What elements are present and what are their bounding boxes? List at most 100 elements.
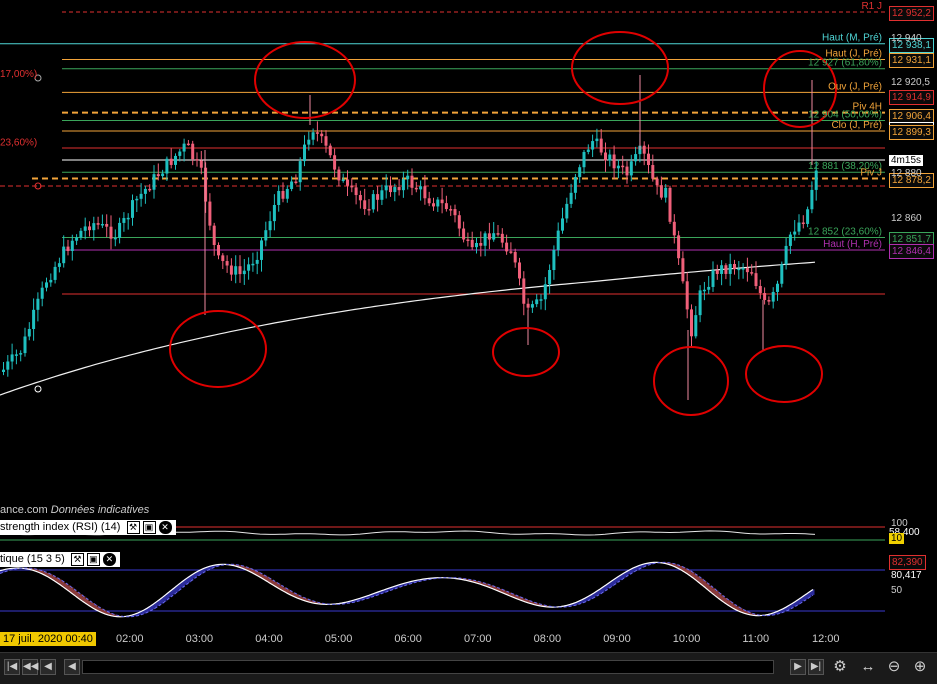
candle-body [380,190,384,200]
stochastic-panel[interactable] [0,549,885,625]
candle-body [350,185,354,188]
candle-body [694,315,698,337]
candle-body [612,154,616,169]
wrench-icon[interactable]: ⚒ [126,520,140,534]
candle-body [126,217,130,220]
candle-body [604,152,607,161]
scroll-end-button[interactable]: ▶| [808,659,824,675]
candle-body [810,189,814,210]
candle-body [234,266,238,275]
candle-body [40,287,44,299]
candle-body [109,226,113,239]
price-chart[interactable]: R1 JHaut (M, Pré)Haut (J, Pré)12 927 (61… [0,0,885,520]
candle-body [191,143,195,160]
candle-body [681,258,685,282]
candle-body [423,186,427,199]
candle-body [2,369,5,372]
candle-body [131,200,134,218]
candle-body [647,153,650,166]
candle-body [212,225,216,245]
candle-body [518,262,521,279]
scroll-right-button[interactable]: ▶ [790,659,806,675]
candle-body [19,353,23,355]
candle-body [174,155,177,165]
candle-body [264,230,268,241]
price-label: 12 899,3 [889,125,934,141]
level-label: 12 904 (50,00%) [808,109,882,120]
candle-body [122,218,126,223]
zoom-in-icon[interactable]: ⊕ [910,657,930,677]
candle-body [440,199,444,204]
candle-body [118,222,122,238]
candle-body [642,145,646,154]
stochastic-d-line [0,561,814,618]
candle-body [161,173,165,177]
candle-body [49,279,53,283]
candle-body [311,132,315,140]
candle-body [285,188,289,199]
close-icon[interactable]: ✕ [102,552,116,566]
time-tick: 06:00 [394,633,422,645]
compress-icon[interactable]: ↔ [858,657,878,677]
candle-body [23,336,27,354]
stochastic-fill [0,562,815,617]
candle-body [277,190,281,205]
candle-body [548,270,552,285]
candle-body [70,240,74,251]
candle-body [217,244,220,256]
candle-body [135,198,139,201]
chart-settings-icon[interactable]: ⚙ [830,657,850,677]
candle-body [685,281,689,310]
candle-body [255,259,259,264]
candle-body [780,264,784,284]
scroll-start-button[interactable]: |◀ [4,659,20,675]
scroll-back-button[interactable]: ◀◀ [22,659,38,675]
candle-body [556,230,560,250]
candle-body [389,185,392,193]
candle-body [728,263,732,274]
candle-body [290,181,294,189]
candle-body [113,237,117,240]
window-icon[interactable]: ▣ [86,552,100,566]
candle-body [715,270,719,274]
candle-body [427,198,431,204]
candle-body [655,178,659,186]
candle-body [591,141,595,150]
candle-body [535,299,539,305]
window-icon[interactable]: ▣ [142,520,156,534]
candle-body [341,179,345,182]
source-text: Données indicatives [50,504,150,516]
close-icon[interactable]: ✕ [158,520,172,534]
candle-body [208,201,212,226]
candle-body [148,188,152,191]
candle-body [758,286,762,294]
scroll-track[interactable] [82,660,774,674]
candle-body [199,160,203,168]
scroll-prev-button[interactable]: ◀ [40,659,56,675]
level-label: Piv J [860,168,882,179]
date-badge: 17 juil. 2020 00:40 [0,632,96,646]
left-level-label: 23,60%) [0,137,37,148]
time-tick: 03:00 [185,633,214,645]
zoom-out-icon[interactable]: ⊖ [884,657,904,677]
candle-body [487,233,491,240]
candle-body [672,221,676,236]
candle-body [513,251,517,263]
candle-body [470,239,474,248]
candle-body [573,177,577,193]
wrench-icon[interactable]: ⚒ [70,552,84,566]
highlight-circle [653,346,729,416]
scroll-left-button[interactable]: ◀ [64,659,80,675]
level-label: 12 852 (23,60%) [808,226,882,237]
level-label: Haut (H, Pré) [823,239,882,250]
candle-body [659,185,663,198]
price-tick: 12 880 [891,168,922,180]
candle-body [500,233,504,243]
candle-body [178,151,182,156]
candle-body [578,167,582,178]
candle-body [169,158,173,165]
candle-body [281,190,285,199]
candle-body [152,174,156,190]
candle-body [720,265,724,274]
candle-body [608,154,612,161]
